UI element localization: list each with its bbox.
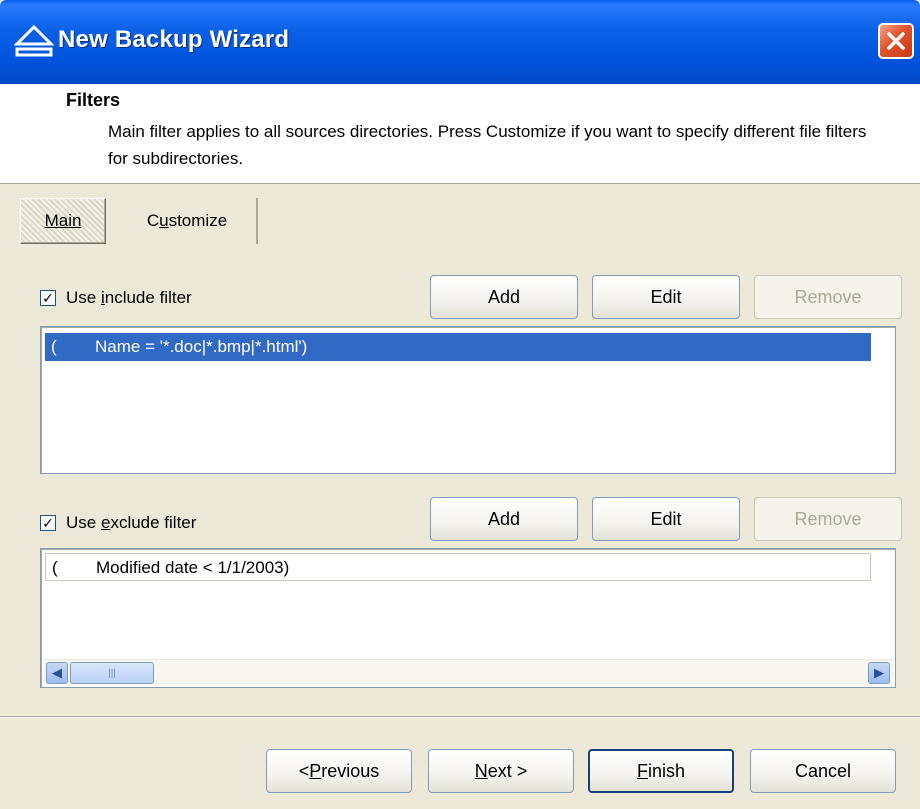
- footer-divider: [0, 716, 920, 718]
- page-description: Main filter applies to all sources direc…: [108, 122, 867, 168]
- tab-strip: Main Customize: [0, 196, 920, 250]
- chevron-right-icon: ▶: [874, 665, 884, 680]
- finish-button[interactable]: Finish: [588, 749, 734, 793]
- include-add-button[interactable]: Add: [430, 275, 578, 319]
- scroll-left-button[interactable]: ◀: [46, 662, 68, 684]
- exclude-filter-checkbox[interactable]: ✓: [40, 515, 56, 531]
- tab-customize-label: Customize: [146, 211, 228, 230]
- scroll-right-button[interactable]: ▶: [868, 662, 890, 684]
- include-filter-list[interactable]: ( Name = '*.doc|*.bmp|*.html'): [40, 326, 896, 474]
- include-filter-row[interactable]: ✓ Use include filter: [40, 288, 192, 308]
- list-item[interactable]: ( Name = '*.doc|*.bmp|*.html'): [45, 333, 871, 361]
- eject-icon: [14, 24, 54, 57]
- backup-wizard-window: New Backup Wizard Filters Main filter ap…: [0, 0, 920, 809]
- exclude-add-button[interactable]: Add: [430, 497, 578, 541]
- cancel-button[interactable]: Cancel: [750, 749, 896, 793]
- window-title: New Backup Wizard: [58, 26, 290, 53]
- checkmark-icon: ✓: [42, 515, 54, 531]
- exclude-filter-row[interactable]: ✓ Use exclude filter: [40, 513, 196, 533]
- include-filter-label: Use include filter: [66, 288, 192, 307]
- exclude-edit-button[interactable]: Edit: [592, 497, 740, 541]
- list-item[interactable]: ( Modified date < 1/1/2003): [45, 553, 871, 581]
- next-button[interactable]: Next >: [428, 749, 574, 793]
- close-icon: [887, 32, 905, 50]
- include-edit-button[interactable]: Edit: [592, 275, 740, 319]
- horizontal-scrollbar[interactable]: ◀ ||| ▶: [44, 659, 894, 685]
- grip-icon: |||: [108, 667, 116, 679]
- tab-main-label: Main: [44, 211, 82, 230]
- tab-main[interactable]: Main: [20, 198, 106, 244]
- exclude-remove-button[interactable]: Remove: [754, 497, 902, 541]
- page-title: Filters: [66, 90, 121, 110]
- close-button[interactable]: [878, 23, 914, 59]
- chevron-left-icon: ◀: [52, 665, 62, 680]
- checkmark-icon: ✓: [42, 290, 54, 306]
- scroll-thumb[interactable]: |||: [70, 662, 154, 684]
- previous-button[interactable]: < Previous: [266, 749, 412, 793]
- wizard-header: Filters Main filter applies to all sourc…: [0, 84, 920, 184]
- include-filter-checkbox[interactable]: ✓: [40, 290, 56, 306]
- exclude-filter-label: Use exclude filter: [66, 513, 197, 532]
- title-bar[interactable]: New Backup Wizard: [0, 0, 920, 84]
- tab-customize[interactable]: Customize: [118, 198, 258, 244]
- include-remove-button[interactable]: Remove: [754, 275, 902, 319]
